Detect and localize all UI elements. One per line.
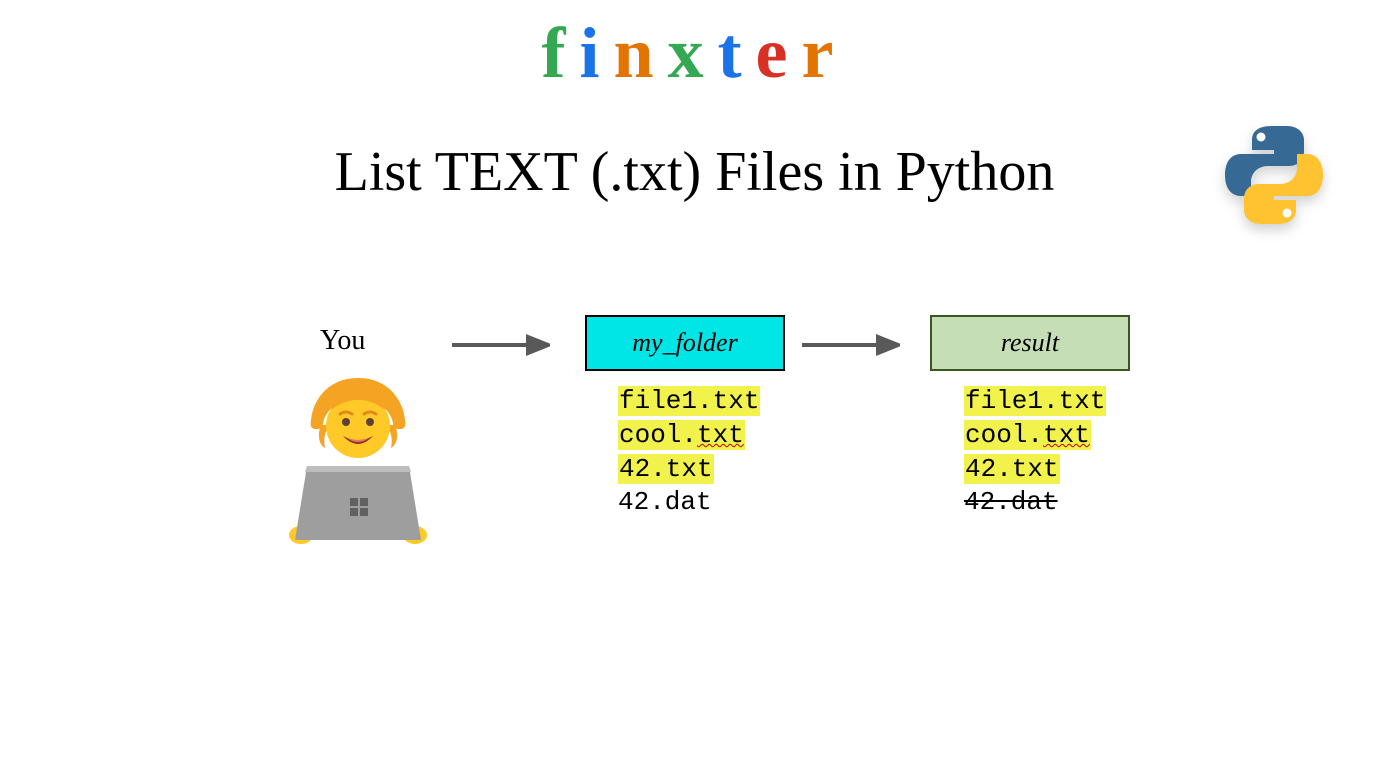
list-item: cool.txt [964,419,1106,453]
file-name: 42.txt [964,454,1060,484]
python-logo-icon [1219,120,1329,230]
list-item: 42.txt [964,453,1106,487]
folder-file-list: file1.txt cool.txt 42.txt 42.dat [618,385,760,520]
folder-box-label: my_folder [632,328,737,358]
logo-letter-e: e [756,12,802,95]
result-box-label: result [1001,328,1059,358]
logo-letter-n: n [614,12,668,95]
logo-letter-f: f [542,12,580,95]
list-item: file1.txt [964,385,1106,419]
result-box: result [930,315,1130,371]
logo-letter-i: i [580,12,614,95]
logo-letter-x: x [668,12,718,95]
list-item: 42.dat [964,486,1106,520]
page-title: List TEXT (.txt) Files in Python [335,140,1055,204]
file-name: cool.txt [964,420,1091,450]
you-label: You [320,325,365,357]
file-name: file1.txt [618,386,760,416]
list-item: 42.dat [618,486,760,520]
folder-box: my_folder [585,315,785,371]
file-name-excluded: 42.dat [964,487,1058,517]
file-name: cool.txt [618,420,745,450]
file-name: 42.dat [618,487,712,517]
list-item: cool.txt [618,419,760,453]
logo-letter-r: r [802,12,848,95]
logo-letter-t: t [718,12,756,95]
file-name: 42.txt [618,454,714,484]
arrow-icon [450,330,550,360]
arrow-icon [800,330,900,360]
finxter-logo: finxter [542,12,848,95]
list-item: file1.txt [618,385,760,419]
list-item: 42.txt [618,453,760,487]
result-file-list: file1.txt cool.txt 42.txt 42.dat [964,385,1106,520]
person-laptop-icon [273,370,443,545]
file-name: file1.txt [964,386,1106,416]
